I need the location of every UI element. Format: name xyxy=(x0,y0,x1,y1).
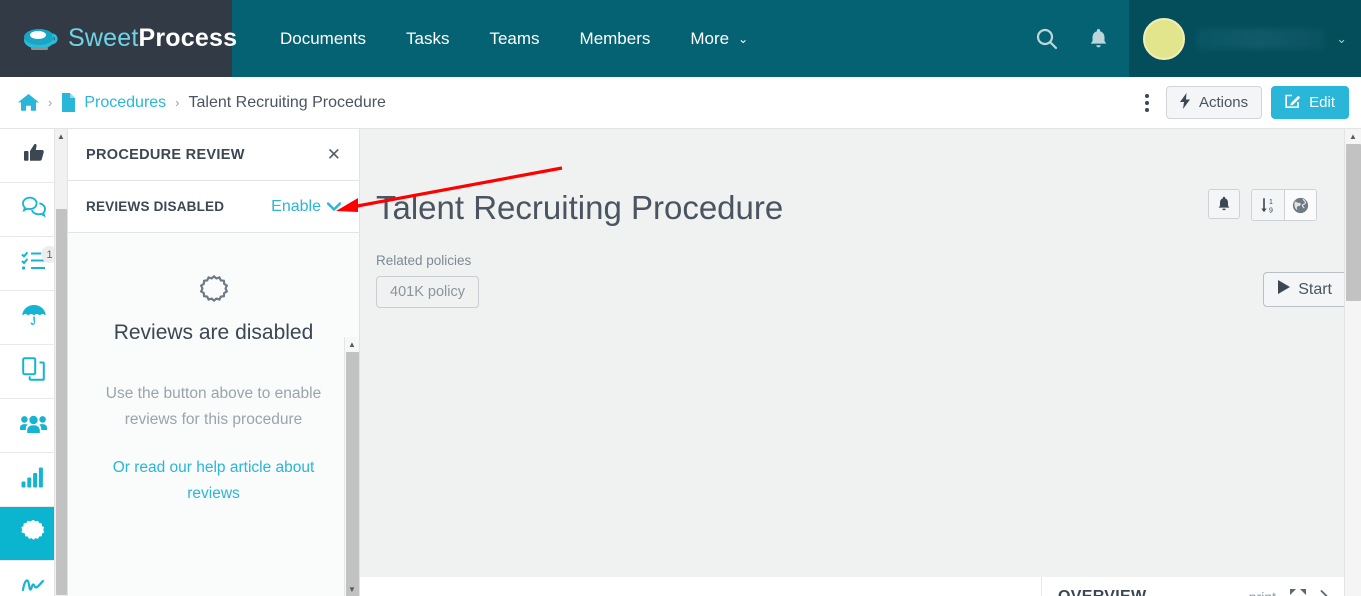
toolbar-group: 1 9 xyxy=(1251,189,1317,221)
steps-list-card: STEPS LIST Collapse All 1 Identify the V… xyxy=(360,577,1041,596)
print-link[interactable]: print xyxy=(1249,589,1276,596)
nav-item-teams[interactable]: Teams xyxy=(469,0,559,77)
thumbs-up-icon xyxy=(22,141,46,170)
reviews-status-label: REVIEWS DISABLED xyxy=(86,199,225,214)
reviews-status-row: REVIEWS DISABLED Enable xyxy=(68,181,359,233)
nav-item-tasks[interactable]: Tasks xyxy=(386,0,469,77)
gear-outline-icon xyxy=(98,273,329,309)
empty-state-body: Use the button above to enable reviews f… xyxy=(105,385,322,428)
overview-panel: OVERVIEW print xyxy=(1041,577,1344,596)
users-group-icon xyxy=(20,413,47,439)
lightning-bolt-icon xyxy=(1179,92,1191,113)
brand-text: SweetProcess xyxy=(68,24,237,53)
kebab-menu-icon[interactable] xyxy=(1136,93,1158,112)
actions-label: Actions xyxy=(1198,94,1249,111)
brand-text-bold: Process xyxy=(138,24,238,52)
user-menu[interactable]: ⌄ xyxy=(1129,0,1361,77)
help-article-link[interactable]: Or read our help article about reviews xyxy=(98,455,329,507)
scroll-up-arrow-icon[interactable]: ▲ xyxy=(55,129,67,143)
home-icon[interactable] xyxy=(18,93,39,112)
brand-logo-area[interactable]: SweetProcess xyxy=(0,0,237,77)
panel-header: PROCEDURE REVIEW ✕ xyxy=(68,129,359,181)
gear-badge-icon xyxy=(21,519,46,549)
enable-label: Enable xyxy=(271,197,321,215)
nav-item-label: Documents xyxy=(280,28,366,48)
avatar xyxy=(1143,17,1185,60)
top-navigation-bar: SweetProcess Documents Tasks Teams Membe… xyxy=(0,0,1361,77)
related-policies-label: Related policies xyxy=(376,253,472,268)
nav-item-documents[interactable]: Documents xyxy=(260,0,386,77)
breadcrumb-separator: › xyxy=(48,95,53,110)
scroll-down-arrow-icon[interactable]: ▼ xyxy=(345,582,359,596)
chevron-right-icon[interactable] xyxy=(1320,589,1330,596)
nav-items: Documents Tasks Teams Members More ⌄ xyxy=(232,0,1023,77)
nav-item-label: Tasks xyxy=(405,28,450,48)
breadcrumb-separator: › xyxy=(175,95,180,110)
breadcrumb-current: Talent Recruiting Procedure xyxy=(188,93,386,111)
document-header: Talent Recruiting Procedure Related poli… xyxy=(360,129,1361,443)
umbrella-icon xyxy=(21,303,47,332)
overview-title: OVERVIEW xyxy=(1058,588,1146,596)
document-icon xyxy=(61,93,76,112)
sidebar-scrollbar[interactable]: ▲ xyxy=(54,129,67,596)
username-redacted xyxy=(1197,28,1325,49)
overview-header: OVERVIEW print xyxy=(1042,577,1344,596)
scroll-up-arrow-icon[interactable]: ▲ xyxy=(345,337,359,351)
enable-reviews-button[interactable]: Enable xyxy=(271,197,342,216)
play-icon xyxy=(1278,280,1291,299)
comments-icon xyxy=(21,195,47,224)
bar-chart-icon xyxy=(21,467,46,493)
notification-bell-icon[interactable] xyxy=(1075,0,1121,77)
svg-text:9: 9 xyxy=(1269,207,1273,214)
panel-title: PROCEDURE REVIEW xyxy=(86,146,245,163)
search-icon[interactable] xyxy=(1023,0,1069,77)
scrollbar-thumb[interactable] xyxy=(346,352,359,596)
procedure-review-panel: PROCEDURE REVIEW ✕ REVIEWS DISABLED Enab… xyxy=(68,129,360,596)
breadcrumb: › Procedures › Talent Recruiting Procedu… xyxy=(18,93,386,112)
main-scrollbar[interactable]: ▲ xyxy=(1344,129,1361,596)
start-button[interactable]: Start xyxy=(1263,272,1347,307)
panel-scrollbar[interactable]: ▲ ▼ xyxy=(344,337,359,596)
breadcrumb-link-procedures[interactable]: Procedures xyxy=(84,94,166,112)
app-window: SweetProcess Documents Tasks Teams Membe… xyxy=(0,0,1361,596)
nav-icon-group xyxy=(1023,0,1129,77)
nav-item-label: More xyxy=(690,28,730,48)
close-icon[interactable]: ✕ xyxy=(327,145,341,165)
chevron-down-icon: ⌄ xyxy=(738,31,749,46)
visibility-globe-button[interactable] xyxy=(1284,190,1316,220)
breadcrumb-bar: › Procedures › Talent Recruiting Procedu… xyxy=(0,77,1361,129)
icon-sidebar: 1 ▲ xyxy=(0,129,68,596)
sweetprocess-cup-icon xyxy=(22,23,60,55)
body-wrapper: 1 ▲ PROCEDURE REVIEW ✕ REVIEWS DISABLED … xyxy=(0,129,1361,596)
edit-button[interactable]: Edit xyxy=(1271,86,1349,119)
svg-text:1: 1 xyxy=(1269,199,1273,206)
main-content: Talent Recruiting Procedure Related poli… xyxy=(360,129,1361,596)
chevron-down-icon xyxy=(326,198,342,216)
document-icon-buttons: 1 9 xyxy=(1208,189,1317,221)
start-label: Start xyxy=(1298,280,1332,298)
expand-arrows-icon[interactable] xyxy=(1290,589,1306,596)
nav-item-more[interactable]: More ⌄ xyxy=(670,0,768,77)
overview-actions: print xyxy=(1249,589,1330,596)
nav-item-label: Members xyxy=(579,28,651,48)
notification-bell-button[interactable] xyxy=(1208,189,1240,219)
copy-files-icon xyxy=(22,357,45,386)
panel-empty-state: Reviews are disabled Use the button abov… xyxy=(68,233,359,596)
nav-item-label: Teams xyxy=(489,28,540,48)
sort-order-button[interactable]: 1 9 xyxy=(1252,190,1284,220)
brand-text-light: Sweet xyxy=(68,24,139,52)
signature-icon xyxy=(21,575,47,596)
actions-button[interactable]: Actions xyxy=(1165,86,1263,119)
scrollbar-thumb[interactable] xyxy=(56,209,67,595)
related-policy-tag[interactable]: 401K policy xyxy=(376,276,479,308)
pencil-square-icon xyxy=(1285,93,1301,113)
empty-state-heading: Reviews are disabled xyxy=(113,321,314,344)
scrollbar-thumb[interactable] xyxy=(1346,144,1361,301)
nav-item-members[interactable]: Members xyxy=(560,0,671,77)
scroll-up-arrow-icon[interactable]: ▲ xyxy=(1345,129,1361,143)
edit-label: Edit xyxy=(1309,94,1335,111)
chevron-down-icon: ⌄ xyxy=(1336,30,1347,46)
